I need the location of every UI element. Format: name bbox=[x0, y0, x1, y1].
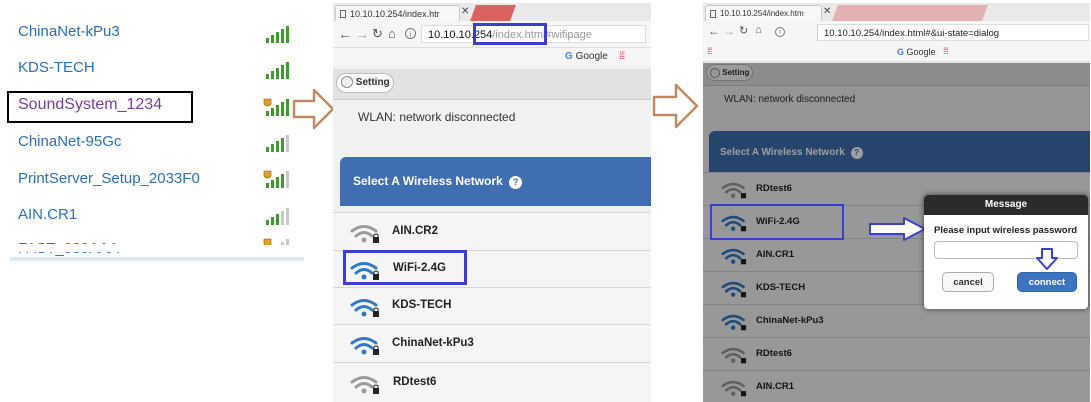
right-arrow-icon bbox=[868, 216, 928, 247]
network-row[interactable]: AIN.CR2 bbox=[333, 212, 651, 250]
google-bookmark[interactable]: G Google bbox=[565, 51, 608, 62]
home-icon[interactable]: ⌂ bbox=[388, 26, 396, 41]
signal-bars-icon bbox=[265, 133, 293, 153]
google-label: Google bbox=[906, 47, 936, 57]
home-icon[interactable]: ⌂ bbox=[755, 24, 762, 36]
address-bar: ← → ↻ ⌂ i 10.10.10.254/index.html#&ui-st… bbox=[703, 21, 1090, 46]
close-tab-icon[interactable]: ✕ bbox=[823, 6, 831, 17]
wifi-locked-icon bbox=[350, 225, 379, 243]
network-item-printserver[interactable]: PrintServer_Setup_2033F0 bbox=[18, 170, 200, 187]
apps-icon[interactable]: ⁞⁞⁞ bbox=[707, 46, 712, 56]
wifi-locked-icon bbox=[350, 299, 379, 317]
google-icon: G bbox=[565, 51, 573, 62]
network-list-title: Select A Wireless Network bbox=[353, 174, 503, 188]
password-dialog: Message Please input wireless password c… bbox=[924, 195, 1088, 309]
list-clip bbox=[0, 244, 306, 252]
forward-icon[interactable]: → bbox=[355, 26, 369, 42]
browser-dialog-page: 10.10.10.254/index.htm ✕ ← → ↻ ⌂ i 10.10… bbox=[703, 3, 1090, 402]
right-arrow-icon bbox=[292, 87, 336, 131]
network-item-ain-cr1[interactable]: AIN.CR1 bbox=[18, 206, 77, 223]
down-arrow-icon bbox=[1036, 248, 1058, 270]
dialog-message: Please input wireless password bbox=[934, 225, 1078, 236]
page-icon bbox=[340, 10, 346, 18]
back-icon[interactable]: ← bbox=[338, 26, 352, 42]
connect-button[interactable]: connect bbox=[1017, 272, 1077, 292]
new-tab[interactable] bbox=[470, 5, 516, 21]
secured-signal-icon bbox=[263, 237, 291, 245]
browser-wifi-page: 10.10.10.254/index.htr ✕ ← → ↻ ⌂ i 10.10… bbox=[333, 3, 651, 402]
network-item-chinanet-95gc[interactable]: ChinaNet-95Gc bbox=[18, 133, 121, 150]
network-list-header: Select A Wireless Network ? bbox=[340, 157, 651, 206]
apps-icon[interactable]: ⁞⁞⁞ bbox=[619, 51, 625, 62]
back-icon[interactable]: ← bbox=[708, 24, 720, 38]
secured-signal-icon bbox=[263, 169, 291, 189]
network-name: KDS-TECH bbox=[392, 299, 452, 311]
url-input[interactable]: 10.10.10.254/index.html#&ui-state=dialog bbox=[817, 24, 1089, 41]
tab-title: 10.10.10.254/index.htm bbox=[720, 9, 804, 18]
signal-bars-icon bbox=[265, 206, 293, 226]
reload-icon[interactable]: ↻ bbox=[372, 26, 383, 42]
info-icon[interactable]: i bbox=[405, 28, 416, 39]
wifi-locked-icon bbox=[350, 376, 379, 394]
setting-bar: ◌ Setting bbox=[333, 69, 651, 100]
list-bottom-border bbox=[10, 257, 304, 261]
url-text: 10.10.10.254/index.html#&ui-state=dialog bbox=[824, 28, 1000, 39]
network-name: RDtest6 bbox=[393, 376, 437, 388]
info-icon[interactable]: i bbox=[775, 27, 785, 37]
google-label: Google bbox=[575, 51, 608, 62]
help-icon[interactable]: ? bbox=[509, 176, 523, 189]
dialog-title: Message bbox=[924, 195, 1088, 215]
wifi-list-panel: ChinaNet-kPu3 KDS-TECH SoundSystem_1234 … bbox=[0, 0, 310, 402]
browser-tab[interactable]: 10.10.10.254/index.htr bbox=[335, 5, 460, 21]
secured-signal-icon bbox=[263, 97, 291, 117]
network-item-kds-tech[interactable]: KDS-TECH bbox=[18, 59, 95, 76]
forward-icon[interactable]: → bbox=[723, 24, 735, 38]
close-tab-icon[interactable]: ✕ bbox=[461, 6, 469, 17]
network-name: ChinaNet-kPu3 bbox=[392, 337, 474, 349]
right-arrow-icon bbox=[652, 82, 700, 130]
cancel-button[interactable]: cancel bbox=[942, 272, 994, 292]
google-bookmark[interactable]: G Google bbox=[897, 47, 936, 57]
tab-bar: 10.10.10.254/index.htr ✕ bbox=[333, 3, 651, 21]
network-row[interactable]: RDtest6 bbox=[333, 362, 651, 402]
signal-bars-icon bbox=[265, 60, 293, 80]
network-row[interactable]: ChinaNet-kPu3 bbox=[333, 324, 651, 362]
tab-title: 10.10.10.254/index.htr bbox=[350, 9, 440, 19]
page-icon bbox=[710, 10, 716, 18]
bookmarks-bar: ⁞⁞⁞ G Google ⁞⁞⁞ bbox=[703, 45, 1090, 61]
bookmarks-bar: G Google ⁞⁞⁞ bbox=[333, 48, 651, 66]
network-item-chinanet-kpu3[interactable]: ChinaNet-kPu3 bbox=[18, 23, 120, 40]
highlight-box bbox=[7, 91, 193, 123]
network-name: AIN.CR2 bbox=[392, 225, 439, 237]
google-icon: G bbox=[897, 47, 905, 57]
reload-icon[interactable]: ↻ bbox=[739, 24, 748, 37]
new-tab[interactable] bbox=[832, 5, 988, 21]
apps-icon[interactable]: ⁞⁞⁞ bbox=[943, 46, 948, 56]
signal-bars-icon bbox=[265, 24, 293, 44]
browser-tab[interactable]: 10.10.10.254/index.htm bbox=[705, 5, 822, 21]
network-highlight-box bbox=[710, 204, 844, 240]
url-highlight-box bbox=[473, 23, 547, 45]
setting-button[interactable]: ◌ Setting bbox=[336, 73, 394, 93]
gear-icon: ◌ bbox=[341, 76, 353, 89]
tab-bar: 10.10.10.254/index.htm ✕ bbox=[703, 3, 1090, 21]
wifi-locked-icon bbox=[350, 337, 379, 355]
wlan-status: WLAN: network disconnected bbox=[358, 110, 516, 124]
network-highlight-box bbox=[343, 250, 467, 285]
setting-label: Setting bbox=[355, 77, 390, 88]
network-row[interactable]: KDS-TECH bbox=[333, 287, 651, 324]
